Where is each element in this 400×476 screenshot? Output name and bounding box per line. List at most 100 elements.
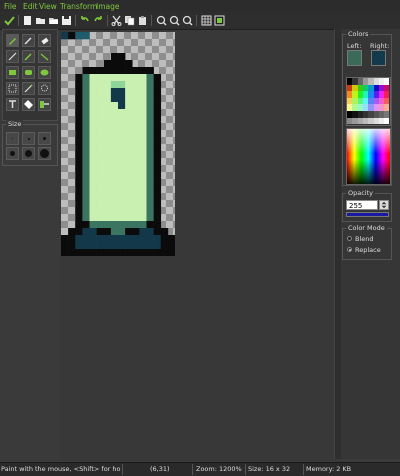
redo-icon[interactable] xyxy=(92,14,105,27)
palette-swatch[interactable] xyxy=(384,104,390,111)
sprite-pixel xyxy=(146,116,154,124)
palette-swatch[interactable] xyxy=(384,111,390,118)
brush-icon xyxy=(24,37,32,45)
pixel-canvas[interactable] xyxy=(61,32,175,256)
menu-transform[interactable]: Transform xyxy=(60,2,97,11)
right-color-swatch[interactable] xyxy=(371,50,386,66)
sprite-pixel xyxy=(96,109,105,117)
opacity-slider[interactable] xyxy=(346,212,389,217)
sprite-pixel xyxy=(89,123,97,131)
sprite-pixel xyxy=(103,88,112,96)
sprite-pixel xyxy=(132,221,140,229)
sprite-pixel xyxy=(89,88,97,96)
rect-icon xyxy=(9,70,16,75)
save-icon[interactable] xyxy=(60,14,73,27)
tool-rect-icon[interactable] xyxy=(6,66,19,79)
apply-icon[interactable] xyxy=(3,14,16,27)
copy-icon[interactable] xyxy=(123,14,136,27)
menu-edit[interactable]: Edit xyxy=(23,2,38,11)
sprite-pixel xyxy=(139,249,147,256)
paste-icon[interactable] xyxy=(136,14,149,27)
tool-ellipse-icon[interactable] xyxy=(38,66,51,79)
tool-magic-wand-icon[interactable] xyxy=(22,82,35,95)
sprite-pixel xyxy=(68,235,76,243)
tool-pencil-icon[interactable] xyxy=(6,34,19,47)
sprite-pixel xyxy=(68,249,76,256)
size-option-2[interactable] xyxy=(22,132,35,145)
opacity-input[interactable]: 255 xyxy=(346,200,378,210)
left-color-swatch[interactable] xyxy=(347,50,362,66)
tool-color-picker-icon[interactable] xyxy=(38,98,51,111)
tool-text-icon[interactable] xyxy=(6,98,19,111)
cut-icon[interactable] xyxy=(110,14,123,27)
size-option-3[interactable] xyxy=(38,132,51,145)
sprite-pixel xyxy=(118,235,126,243)
sprite-pixel xyxy=(89,109,97,117)
sprite-pixel xyxy=(96,165,105,173)
sprite-pixel xyxy=(125,116,133,124)
sprite-pixel xyxy=(68,228,76,236)
tool-airbrush-icon[interactable] xyxy=(22,50,35,63)
sprite-pixel xyxy=(110,200,119,208)
sprite-pixel xyxy=(125,214,133,222)
sprite-pixel xyxy=(103,67,112,75)
opacity-label: Opacity xyxy=(346,189,376,197)
sprite-pixel xyxy=(139,67,147,75)
canvas-scrollbar[interactable] xyxy=(334,29,341,459)
sprite-pixel xyxy=(96,116,105,124)
tool-eraser-icon[interactable] xyxy=(38,34,51,47)
sprite-pixel xyxy=(132,151,140,159)
tool-fill-icon[interactable] xyxy=(22,98,35,111)
new-file-icon[interactable] xyxy=(21,14,34,27)
size-option-6[interactable] xyxy=(38,147,51,160)
sprite-pixel xyxy=(82,193,90,201)
tool-filled-rect-icon[interactable] xyxy=(22,66,35,79)
menu-image[interactable]: Image xyxy=(96,2,120,11)
sprite-pixel xyxy=(153,228,162,236)
size-option-1[interactable] xyxy=(6,132,19,145)
sprite-pixel xyxy=(110,158,119,166)
zoom-out-icon[interactable] xyxy=(168,14,181,27)
sprite-pixel xyxy=(96,172,105,180)
menu-view[interactable]: View xyxy=(39,2,57,11)
size-option-4[interactable] xyxy=(6,147,19,160)
sprite-pixel xyxy=(82,102,90,110)
palette-swatch[interactable] xyxy=(384,84,390,92)
sprite-pixel xyxy=(118,53,126,61)
eraser-icon xyxy=(41,37,49,45)
sprite-pixel xyxy=(82,242,90,250)
color-mode-label: Color Mode xyxy=(346,224,387,232)
color-spectrum[interactable] xyxy=(346,128,391,185)
color-palette[interactable] xyxy=(346,77,391,126)
zoom-reset-icon[interactable] xyxy=(181,14,194,27)
blend-radio[interactable] xyxy=(347,236,352,241)
opacity-spinner[interactable] xyxy=(379,200,389,210)
sprite-pixel xyxy=(89,179,97,187)
menu-file[interactable]: File xyxy=(4,2,17,11)
tool-lasso-icon[interactable] xyxy=(38,82,51,95)
palette-swatch[interactable] xyxy=(384,78,390,85)
tool-brush-icon[interactable] xyxy=(22,34,35,47)
open-folder-icon[interactable] xyxy=(47,14,60,27)
palette-swatch[interactable] xyxy=(384,91,390,98)
palette-swatch[interactable] xyxy=(384,97,390,105)
open-file-icon[interactable] xyxy=(34,14,47,27)
sprite-pixel xyxy=(139,95,147,103)
preview-icon[interactable] xyxy=(213,14,226,27)
undo-icon[interactable] xyxy=(78,14,91,27)
sprite-pixel xyxy=(139,116,147,124)
tool-select-rect-icon[interactable] xyxy=(6,82,19,95)
sprite-pixel xyxy=(146,130,154,138)
replace-radio[interactable] xyxy=(347,247,352,252)
sprite-pixel xyxy=(118,242,126,250)
sprite-pixel xyxy=(118,221,126,229)
palette-swatch[interactable] xyxy=(384,117,390,125)
sprite-pixel xyxy=(89,228,97,236)
tool-line-icon[interactable] xyxy=(6,50,19,63)
sprite-pixel xyxy=(146,207,154,215)
size-option-5[interactable] xyxy=(22,147,35,160)
grid-icon[interactable] xyxy=(200,14,213,27)
sprite-pixel xyxy=(153,200,162,208)
tool-gradient-icon[interactable] xyxy=(38,50,51,63)
zoom-in-icon[interactable] xyxy=(155,14,168,27)
